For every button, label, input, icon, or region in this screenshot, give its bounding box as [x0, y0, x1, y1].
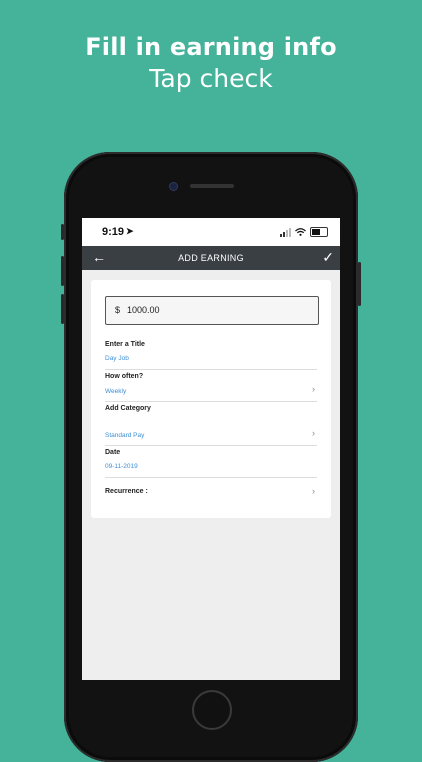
date-label: Date — [105, 449, 121, 456]
recurrence-field[interactable]: Recurrence : › — [105, 486, 317, 502]
category-label: Add Category — [105, 405, 151, 412]
power-button — [358, 262, 361, 306]
chevron-right-icon: › — [312, 486, 315, 496]
recurrence-label: Recurrence : — [105, 488, 148, 495]
amount-value: 1000.00 — [127, 305, 160, 315]
title-value: Day Job — [105, 355, 129, 362]
volume-up-button — [61, 256, 64, 286]
confirm-check-icon[interactable]: ✓ — [322, 250, 334, 264]
wifi-icon — [295, 228, 306, 236]
status-icons — [280, 227, 328, 237]
page-title: ADD EARNING — [178, 253, 244, 263]
title-underline — [105, 369, 317, 370]
category-underline — [105, 445, 317, 446]
frequency-field[interactable]: How often? Weekly › — [105, 373, 317, 402]
amount-input[interactable]: $ 1000.00 — [105, 296, 319, 325]
frequency-label: How often? — [105, 373, 144, 380]
title-label: Enter a Title — [105, 341, 145, 348]
home-button[interactable] — [192, 690, 232, 730]
date-field[interactable]: Date 09-11-2019 — [105, 449, 317, 478]
status-bar: 9:19 ➤ — [82, 218, 340, 246]
signal-icon — [280, 227, 291, 237]
date-value: 09-11-2019 — [105, 463, 138, 470]
frequency-value: Weekly — [105, 388, 127, 395]
earpiece-speaker — [190, 184, 234, 188]
location-arrow-icon: ➤ — [126, 226, 134, 236]
category-field[interactable]: Add Category Standard Pay › — [105, 405, 317, 451]
front-camera — [169, 182, 178, 191]
frequency-underline — [105, 401, 317, 402]
category-value: Standard Pay — [105, 432, 145, 439]
promo-subline: Tap check — [149, 64, 273, 93]
battery-icon — [310, 227, 328, 237]
status-time: 9:19 — [102, 226, 125, 238]
promo-headline: Fill in earning info — [85, 33, 337, 61]
chevron-right-icon: › — [312, 384, 315, 394]
title-field[interactable]: Enter a Title Day Job — [105, 341, 317, 370]
chevron-right-icon: › — [312, 428, 315, 438]
mute-switch — [61, 224, 64, 240]
currency-symbol: $ — [115, 305, 121, 315]
phone-screen: 9:19 ➤ ← ADD EARNING ✓ $ 1000.00 Enter a… — [82, 218, 340, 680]
volume-down-button — [61, 294, 64, 324]
app-bar: ← ADD EARNING ✓ — [82, 246, 340, 270]
earning-form-card: $ 1000.00 Enter a Title Day Job How ofte… — [91, 280, 331, 518]
date-underline — [105, 477, 317, 478]
phone-frame: 9:19 ➤ ← ADD EARNING ✓ $ 1000.00 Enter a… — [61, 152, 361, 762]
